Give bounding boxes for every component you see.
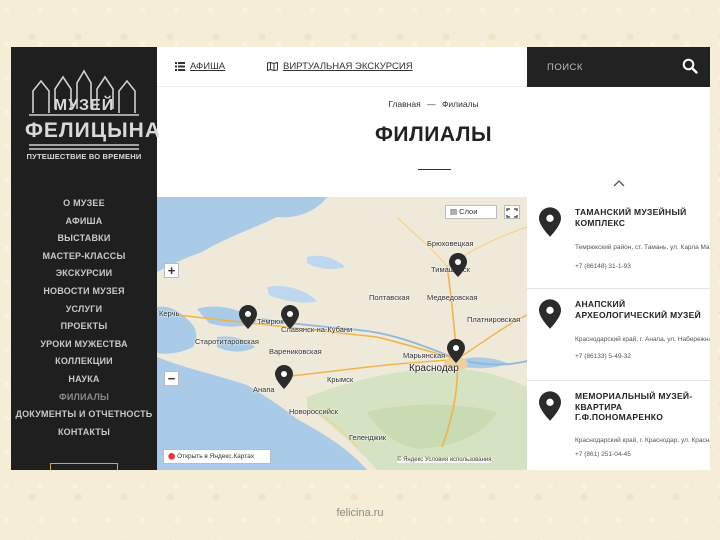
open-in-yandex-maps-label: Открыть в Яндекс.Картах bbox=[177, 453, 254, 460]
sidebar-nav: О МУЗЕЕ АФИША ВЫСТАВКИ МАСТЕР-КЛАССЫ ЭКС… bbox=[11, 195, 157, 441]
map-pin-timashevsk[interactable] bbox=[449, 253, 467, 277]
sidebar-item-afisha[interactable]: АФИША bbox=[11, 213, 157, 231]
breadcrumb-home[interactable]: Главная bbox=[388, 99, 420, 109]
location-pin-icon bbox=[239, 305, 257, 329]
branch-name: ТАМАНСКИЙ МУЗЕЙНЫЙ КОМПЛЕКС bbox=[575, 207, 687, 228]
sidebar-item-excursions[interactable]: ЭКСКУРСИИ bbox=[11, 265, 157, 283]
list-icon bbox=[175, 61, 185, 71]
branch-phone: +7 (86148) 31-1-93 bbox=[575, 263, 631, 270]
map-label-anapa: Анапа bbox=[253, 385, 275, 394]
map-icon bbox=[267, 61, 278, 71]
breadcrumb-separator: — bbox=[427, 99, 436, 109]
fullscreen-button[interactable] bbox=[504, 205, 520, 219]
branch-list: ТАМАНСКИЙ МУЗЕЙНЫЙ КОМПЛЕКС Темрюкский р… bbox=[527, 197, 710, 470]
branch-item-anapa[interactable]: АНАПСКИЙ АРХЕОЛОГИЧЕСКИЙ МУЗЕЙ Краснодар… bbox=[527, 289, 710, 381]
screenshot-frame: МУЗЕЙ ФЕЛИЦЫНА ПУТЕШЕСТВИЕ ВО ВРЕМЕНИ О … bbox=[11, 47, 710, 470]
location-pin-icon bbox=[447, 339, 465, 363]
sidebar-bottom-button[interactable] bbox=[50, 463, 118, 470]
map-copyright[interactable]: © Яндекс Условия использования bbox=[397, 457, 492, 463]
afisha-link-label: АФИША bbox=[190, 61, 226, 72]
logo-line-1: МУЗЕЙ bbox=[53, 97, 115, 114]
sidebar-item-about[interactable]: О МУЗЕЕ bbox=[11, 195, 157, 213]
yandex-pin-icon: ⬤ bbox=[168, 453, 178, 460]
branch-address: Краснодарский край, г. Анапа, ул. Набере… bbox=[575, 336, 710, 343]
sidebar-item-science[interactable]: НАУКА bbox=[11, 371, 157, 389]
zoom-out-button[interactable]: − bbox=[164, 371, 179, 386]
sidebar-item-courage-lessons[interactable]: УРОКИ МУЖЕСТВА bbox=[11, 336, 157, 354]
sidebar: МУЗЕЙ ФЕЛИЦЫНА ПУТЕШЕСТВИЕ ВО ВРЕМЕНИ О … bbox=[11, 47, 161, 470]
branch-address: Краснодарский край, г. Краснодар, ул. Кр… bbox=[575, 437, 710, 444]
chevron-up-icon[interactable] bbox=[613, 179, 625, 187]
breadcrumb: Главная — Филиалы bbox=[157, 99, 710, 109]
branch-name: АНАПСКИЙ АРХЕОЛОГИЧЕСКИЙ МУЗЕЙ bbox=[575, 299, 702, 320]
search-icon[interactable] bbox=[682, 58, 698, 74]
sidebar-item-exhibitions[interactable]: ВЫСТАВКИ bbox=[11, 230, 157, 248]
search-input[interactable] bbox=[547, 60, 677, 74]
zoom-in-button[interactable]: + bbox=[164, 263, 179, 278]
sidebar-item-master-classes[interactable]: МАСТЕР-КЛАССЫ bbox=[11, 248, 157, 266]
location-pin-icon bbox=[281, 305, 299, 329]
map-label-medvedovskaya: Медведовская bbox=[427, 293, 478, 302]
branch-phone: +7 (861) 251-04-45 bbox=[575, 451, 631, 458]
branches-map[interactable]: Брюховецкая Тимашевск Медведовская Полта… bbox=[157, 197, 527, 470]
sidebar-item-services[interactable]: УСЛУГИ bbox=[11, 301, 157, 319]
map-label-starotitarovskaya: Старотитаровская bbox=[195, 337, 259, 346]
location-pin-icon bbox=[539, 391, 561, 421]
map-pin-taman[interactable] bbox=[239, 305, 257, 329]
sidebar-item-news[interactable]: НОВОСТИ МУЗЕЯ bbox=[11, 283, 157, 301]
map-label-kerch: Керчь bbox=[159, 309, 180, 318]
branch-item-ponomarenko[interactable]: МЕМОРИАЛЬНЫЙ МУЗЕЙ-КВАРТИРА Г.Ф.ПОНОМАРЕ… bbox=[527, 381, 710, 470]
map-pin-temryuk[interactable] bbox=[281, 305, 299, 329]
virtual-tour-link-label: ВИРТУАЛЬНАЯ ЭКСКУРСИЯ bbox=[283, 61, 413, 72]
afisha-link[interactable]: АФИША bbox=[175, 61, 225, 72]
museum-logo[interactable]: МУЗЕЙ ФЕЛИЦЫНА ПУТЕШЕСТВИЕ ВО ВРЕМЕНИ bbox=[25, 69, 161, 179]
virtual-tour-link[interactable]: ВИРТУАЛЬНАЯ ЭКСКУРСИЯ bbox=[267, 61, 413, 72]
page-title: ФИЛИАЛЫ bbox=[374, 123, 493, 146]
sidebar-item-collections[interactable]: КОЛЛЕКЦИИ bbox=[11, 353, 157, 371]
sidebar-item-contacts[interactable]: КОНТАКТЫ bbox=[11, 424, 157, 442]
sidebar-item-projects[interactable]: ПРОЕКТЫ bbox=[11, 318, 157, 336]
title-divider bbox=[418, 169, 451, 170]
location-pin-icon bbox=[275, 365, 293, 389]
map-label-temryuk: Темрюк bbox=[257, 317, 284, 326]
footer-url: felicina.ru bbox=[336, 507, 384, 519]
branch-name: МЕМОРИАЛЬНЫЙ МУЗЕЙ-КВАРТИРА Г.Ф.ПОНОМАРЕ… bbox=[575, 391, 693, 422]
map-layers-label: Слои bbox=[459, 207, 478, 216]
logo-line-2: ФЕЛИЦЫНА bbox=[25, 119, 161, 142]
open-in-yandex-maps-link[interactable]: ⬤ Открыть в Яндекс.Картах bbox=[163, 449, 271, 464]
map-label-poltavskaya: Полтавская bbox=[369, 293, 410, 302]
fullscreen-icon bbox=[506, 208, 518, 218]
branch-address: Темрюкский район, ст. Тамань, ул. Карла … bbox=[575, 244, 710, 251]
map-label-krymsk: Крымск bbox=[327, 375, 354, 384]
branch-item-taman[interactable]: ТАМАНСКИЙ МУЗЕЙНЫЙ КОМПЛЕКС Темрюкский р… bbox=[527, 197, 710, 289]
breadcrumb-current: Филиалы bbox=[441, 99, 479, 109]
map-label-bryukhovetskaya: Брюховецкая bbox=[427, 239, 474, 248]
map-label-varenikovskaya: Варениковская bbox=[269, 347, 322, 356]
map-layers-button[interactable]: ▤ Слои bbox=[445, 205, 497, 219]
search-bar bbox=[527, 47, 710, 87]
top-bar: АФИША ВИРТУАЛЬНАЯ ЭКСКУРСИЯ bbox=[157, 47, 527, 87]
location-pin-icon bbox=[539, 207, 561, 237]
map-label-krasnodar: Краснодар bbox=[409, 363, 459, 374]
branch-phone: +7 (86133) 5-49-32 bbox=[575, 353, 631, 360]
map-label-platnirovskaya: Платнировская bbox=[467, 315, 521, 324]
location-pin-icon bbox=[449, 253, 467, 277]
map-pin-anapa[interactable] bbox=[275, 365, 293, 389]
map-label-novorossiysk: Новороссийск bbox=[289, 407, 338, 416]
map-label-gelendzhik: Геленджик bbox=[349, 433, 387, 442]
logo-tagline: ПУТЕШЕСТВИЕ ВО ВРЕМЕНИ bbox=[26, 152, 142, 161]
sidebar-item-branches[interactable]: ФИЛИАЛЫ bbox=[11, 389, 157, 407]
map-pin-krasnodar[interactable] bbox=[447, 339, 465, 363]
layers-icon: ▤ bbox=[450, 207, 460, 216]
map-label-maryanskaya: Марьянская bbox=[403, 351, 446, 360]
location-pin-icon bbox=[539, 299, 561, 329]
sidebar-item-documents[interactable]: ДОКУМЕНТЫ И ОТЧЕТНОСТЬ bbox=[11, 406, 157, 424]
